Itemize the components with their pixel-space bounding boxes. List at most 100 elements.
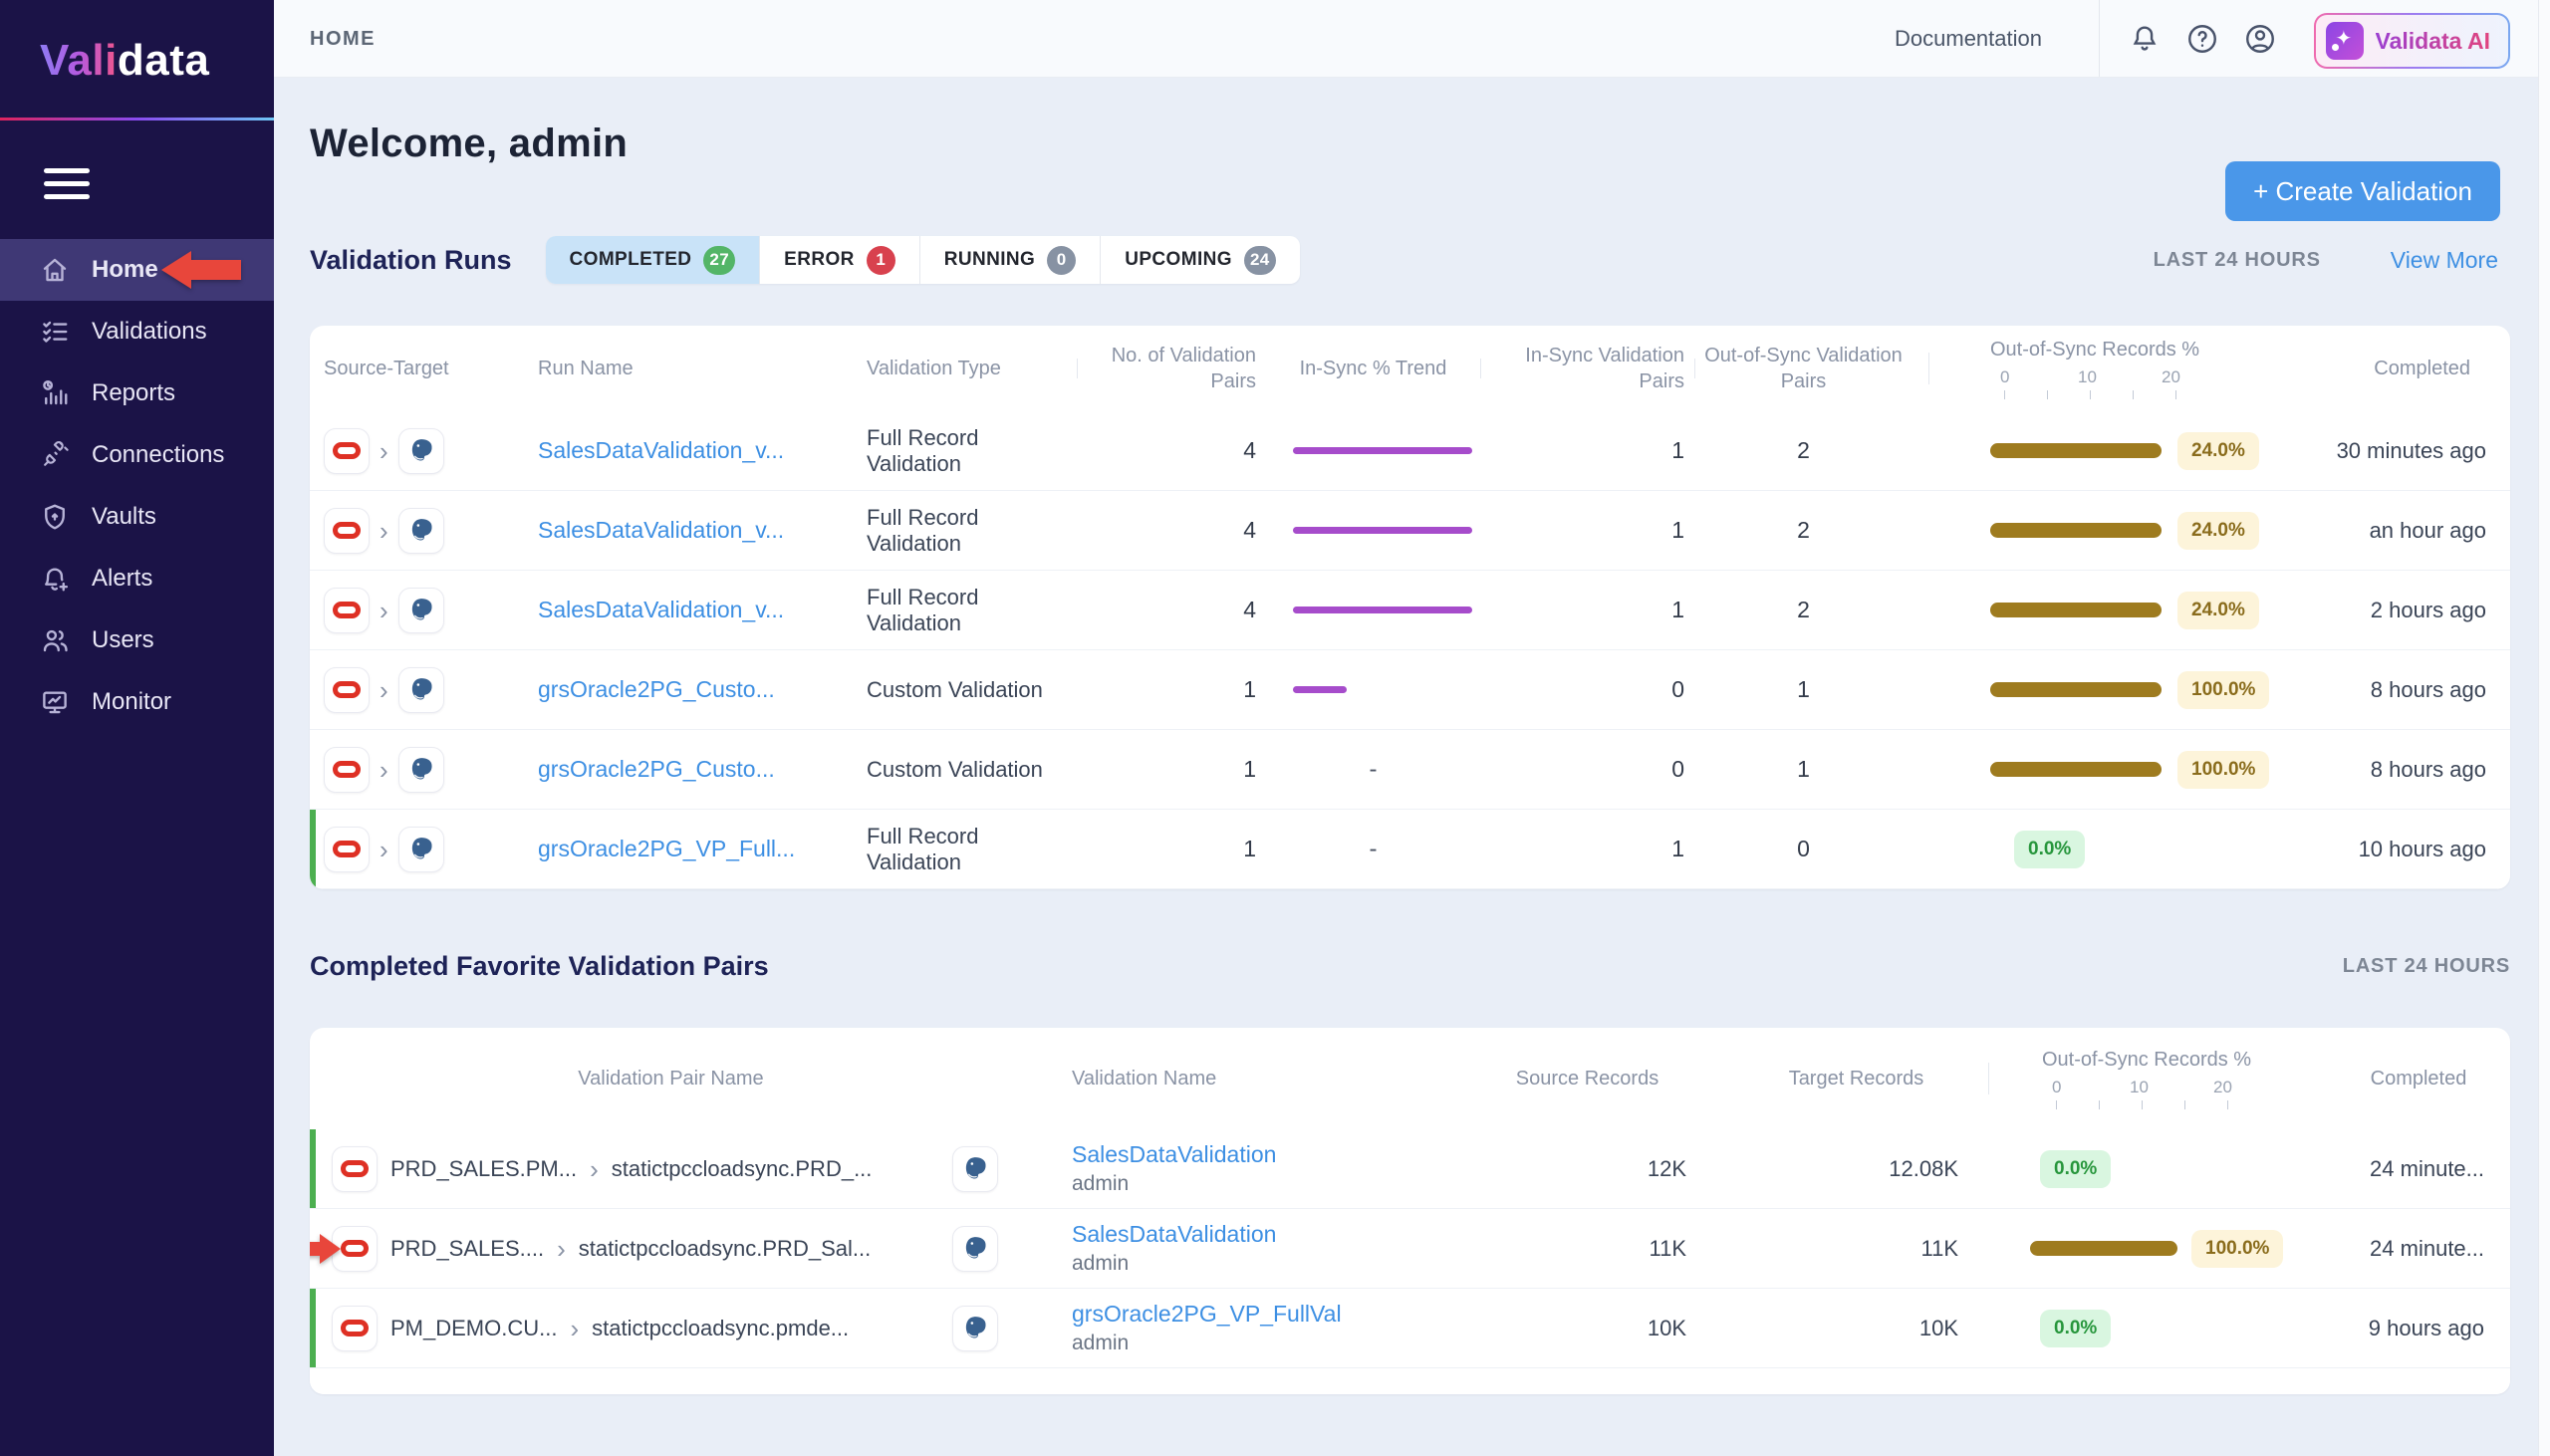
target-records: 10K	[1724, 1316, 1988, 1341]
account-icon[interactable]	[2243, 22, 2277, 56]
validation-run-row[interactable]: › SalesDataValidation_v... Full Record V…	[310, 411, 2510, 491]
validation-run-row[interactable]: › SalesDataValidation_v... Full Record V…	[310, 491, 2510, 571]
validation-run-row[interactable]: › grsOracle2PG_Custo... Custom Validatio…	[310, 650, 2510, 730]
owner-name: admin	[1072, 1332, 1450, 1355]
completed-time: 24 minute...	[2327, 1156, 2510, 1182]
postgresql-icon	[398, 508, 444, 554]
sidebar-item-vaults[interactable]: Vaults	[0, 486, 274, 548]
validation-pair-cell: PRD_SALES.PM... › statictpccloadsync.PRD…	[310, 1146, 1032, 1192]
oracle-icon	[332, 1146, 378, 1192]
oracle-icon	[324, 747, 370, 793]
validata-logo: Validata	[0, 0, 274, 86]
validation-runs-tabs: COMPLETED 27 ERROR 1 RUNNING 0 UPCOMING …	[546, 236, 1300, 284]
sidebar: Validata Home Validations Reports Connec…	[0, 0, 274, 1456]
validata-ai-button[interactable]: Validata AI	[2314, 13, 2510, 69]
chevron-right-icon: ›	[380, 677, 388, 703]
oos-bar	[2030, 1241, 2177, 1256]
validation-name-cell: grsOracle2PG_VP_FullVal admin	[1032, 1301, 1450, 1355]
fav-oos-axis: 0 10 20	[2042, 1077, 2341, 1110]
in-sync-pairs-count: 1	[1480, 836, 1694, 862]
oos-percent-badge: 0.0%	[2040, 1310, 2111, 1347]
sidebar-item-alerts[interactable]: Alerts	[0, 548, 274, 609]
oos-percent-badge: 0.0%	[2014, 831, 2085, 868]
tab-running[interactable]: RUNNING 0	[919, 236, 1100, 284]
validation-run-row[interactable]: › grsOracle2PG_Custo... Custom Validatio…	[310, 730, 2510, 810]
page-title: Welcome, admin	[310, 121, 2510, 166]
tab-completed[interactable]: COMPLETED 27	[546, 236, 760, 284]
hamburger-menu-icon[interactable]	[44, 168, 90, 199]
tab-error[interactable]: ERROR 1	[759, 236, 919, 284]
tab-upcoming[interactable]: UPCOMING 24	[1100, 236, 1299, 284]
oos-percent-badge: 100.0%	[2177, 751, 2269, 789]
sidebar-item-reports[interactable]: Reports	[0, 363, 274, 424]
oos-bar	[1990, 603, 2162, 617]
source-target-cell: ›	[310, 428, 494, 474]
run-name-link[interactable]: SalesDataValidation_v...	[538, 437, 784, 463]
oos-bar	[1990, 762, 2162, 777]
trend-empty-dash: -	[1370, 756, 1378, 784]
favorites-title: Completed Favorite Validation Pairs	[310, 951, 769, 982]
scrollbar[interactable]	[2538, 0, 2550, 1456]
chevron-right-icon: ›	[380, 757, 388, 783]
documentation-link[interactable]: Documentation	[1895, 26, 2042, 52]
help-icon[interactable]	[2185, 22, 2219, 56]
validation-run-row[interactable]: › grsOracle2PG_VP_Full... Full Record Va…	[310, 810, 2510, 889]
sidebar-item-monitor[interactable]: Monitor	[0, 671, 274, 733]
favorite-pair-row[interactable]: PRD_SALES.... › statictpccloadsync.PRD_S…	[310, 1209, 2510, 1289]
sidebar-item-validations[interactable]: Validations	[0, 301, 274, 363]
run-name-link[interactable]: SalesDataValidation_v...	[538, 597, 784, 622]
chevron-right-icon: ›	[380, 438, 388, 464]
favorites-table-body: PRD_SALES.PM... › statictpccloadsync.PRD…	[310, 1129, 2510, 1368]
postgresql-icon	[398, 827, 444, 872]
oos-bar	[1990, 682, 2162, 697]
in-sync-trend-sparkline: -	[1266, 447, 1480, 454]
chevron-right-icon: ›	[380, 837, 388, 862]
oracle-icon	[324, 508, 370, 554]
pair-source-name: PRD_SALES....	[390, 1236, 544, 1262]
run-name-link[interactable]: SalesDataValidation_v...	[538, 517, 784, 543]
validation-pairs-count: 1	[1077, 676, 1266, 703]
validation-type: Custom Validation	[823, 757, 1077, 783]
completed-time: 30 minutes ago	[2292, 438, 2510, 464]
topbar: HOME Documentation Validata AI	[274, 0, 2550, 78]
validation-name-link[interactable]: SalesDataValidation	[1072, 1141, 1276, 1167]
run-name-link[interactable]: grsOracle2PG_Custo...	[538, 756, 775, 782]
postgresql-icon	[952, 1226, 998, 1272]
completed-time: 9 hours ago	[2327, 1316, 2510, 1341]
reports-icon	[40, 378, 70, 408]
favorite-pair-row[interactable]: PRD_SALES.PM... › statictpccloadsync.PRD…	[310, 1129, 2510, 1209]
run-name-link[interactable]: grsOracle2PG_VP_Full...	[538, 836, 795, 861]
red-arrow-home-annotation	[161, 251, 243, 289]
running-count-badge: 0	[1047, 246, 1076, 275]
validation-pairs-count: 1	[1077, 756, 1266, 783]
validation-name-link[interactable]: grsOracle2PG_VP_FullVal	[1072, 1301, 1342, 1327]
bell-icon[interactable]	[2128, 22, 2162, 56]
row-status-stripe	[310, 1129, 316, 1208]
target-records: 11K	[1724, 1236, 1988, 1262]
view-more-link[interactable]: View More	[2391, 247, 2498, 274]
oos-percent-badge: 100.0%	[2191, 1230, 2283, 1268]
trend-line	[1293, 527, 1472, 534]
sidebar-item-connections[interactable]: Connections	[0, 424, 274, 486]
validation-pairs-count: 4	[1077, 437, 1266, 464]
pair-source-name: PM_DEMO.CU...	[390, 1316, 557, 1341]
in-sync-pairs-count: 1	[1480, 597, 1694, 623]
favorites-table-header: Validation Pair Name Validation Name Sou…	[310, 1028, 2510, 1129]
alerts-icon	[40, 564, 70, 594]
create-validation-button[interactable]: + Create Validation	[2225, 161, 2500, 221]
source-records: 10K	[1450, 1316, 1724, 1341]
sidebar-item-users[interactable]: Users	[0, 609, 274, 671]
validation-name-link[interactable]: SalesDataValidation	[1072, 1221, 1276, 1247]
oos-records-cell: 100.0%	[1928, 671, 2292, 709]
oos-records-cell: 100.0%	[1988, 1230, 2327, 1268]
chevron-right-icon: ›	[380, 598, 388, 623]
source-records: 12K	[1450, 1156, 1724, 1182]
validation-run-row[interactable]: › SalesDataValidation_v... Full Record V…	[310, 571, 2510, 650]
topbar-divider	[2099, 0, 2100, 77]
target-records: 12.08K	[1724, 1156, 1988, 1182]
postgresql-icon	[398, 588, 444, 633]
completed-time: 8 hours ago	[2292, 677, 2510, 703]
favorite-pair-row[interactable]: PM_DEMO.CU... › statictpccloadsync.pmde.…	[310, 1289, 2510, 1368]
oracle-icon	[332, 1306, 378, 1351]
run-name-link[interactable]: grsOracle2PG_Custo...	[538, 676, 775, 702]
